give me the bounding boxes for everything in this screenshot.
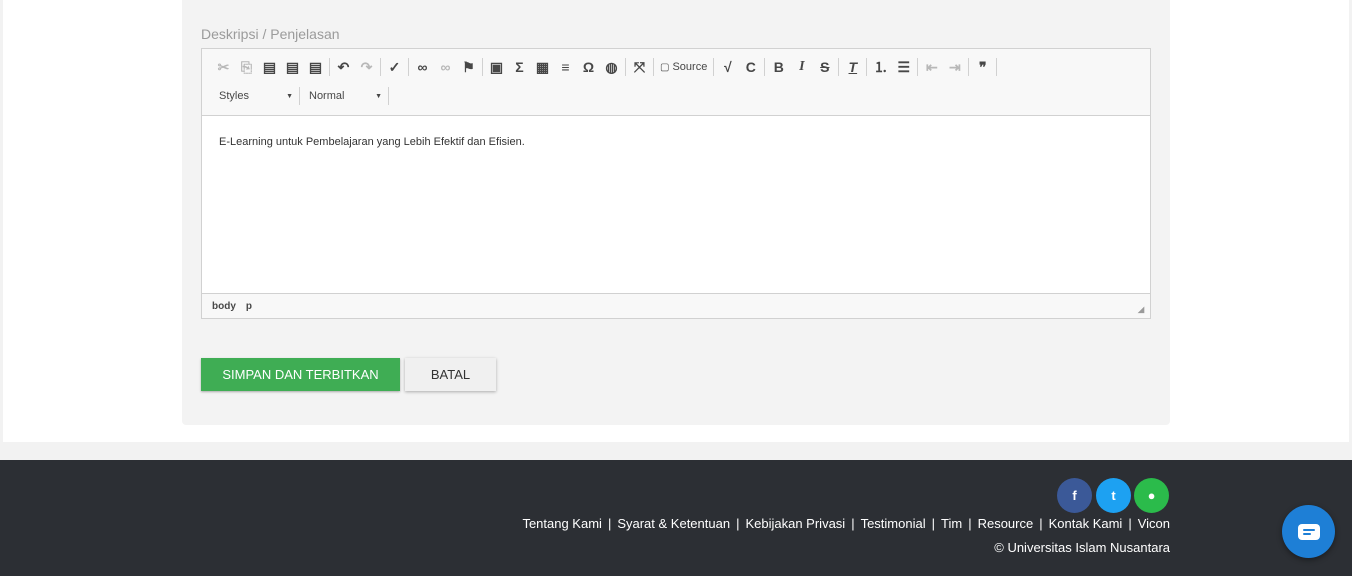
styles-dropdown[interactable]: Styles ▼ <box>212 85 297 107</box>
footer-separator: | <box>1039 516 1043 531</box>
footer-link-kontak[interactable]: Kontak Kami <box>1049 516 1123 531</box>
resize-handle-icon[interactable]: ◢ <box>1138 306 1146 314</box>
cancel-button[interactable]: BATAL <box>405 358 496 391</box>
toolbar-separator <box>838 58 840 76</box>
toolbar-separator <box>968 58 970 76</box>
bulleted-list-icon[interactable]: ☰ <box>892 56 915 78</box>
footer-link-tentang-kami[interactable]: Tentang Kami <box>522 516 602 531</box>
toolbar-separator <box>653 58 654 76</box>
unlink-icon[interactable]: ∞ <box>434 56 457 78</box>
path-p[interactable]: p <box>246 301 252 312</box>
editor-status-bar: body p ◢ <box>202 294 1150 318</box>
footer-link-vicon[interactable]: Vicon <box>1138 516 1170 531</box>
toolbar-separator <box>917 58 919 76</box>
footer-link-tim[interactable]: Tim <box>941 516 962 531</box>
footer-separator: | <box>931 516 935 531</box>
toolbar-separator <box>299 87 300 105</box>
toolbar-row-1: ✂ ⎘ ▤ ▤ ▤ ↶ ↷ ✓ ∞ ∞ ⚑ ▣ Σ ▦ ≡ Ω ◍ ⤧ ▢ Sou… <box>212 56 999 78</box>
copyright-text: © Universitas Islam Nusantara <box>994 540 1170 555</box>
table-icon[interactable]: ▦ <box>531 56 554 78</box>
image-icon[interactable]: ▣ <box>485 56 508 78</box>
editor-paragraph[interactable]: E-Learning untuk Pembelajaran yang Lebih… <box>219 136 1133 148</box>
line-icon[interactable]: ● <box>1134 478 1169 513</box>
toolbar-separator <box>388 87 389 105</box>
toolbar-row-2: Styles ▼ Normal ▼ <box>212 85 391 107</box>
editor-content-area[interactable]: E-Learning untuk Pembelajaran yang Lebih… <box>202 116 1150 294</box>
toolbar-separator <box>482 58 483 76</box>
bold-icon[interactable]: B <box>767 56 790 78</box>
sigma-icon[interactable]: Σ <box>508 56 531 78</box>
paste-text-icon[interactable]: ▤ <box>281 56 304 78</box>
code-c-icon[interactable]: C <box>739 56 762 78</box>
copy-icon[interactable]: ⎘ <box>235 56 258 78</box>
source-button[interactable]: ▢ Source <box>656 56 711 78</box>
footer-separator: | <box>736 516 740 531</box>
remove-format-icon[interactable]: T <box>841 56 864 78</box>
footer-link-resource[interactable]: Resource <box>978 516 1034 531</box>
special-char-icon[interactable]: Ω <box>577 56 600 78</box>
paste-word-icon[interactable]: ▤ <box>304 56 327 78</box>
footer-link-testimonial[interactable]: Testimonial <box>861 516 926 531</box>
footer-separator: | <box>1128 516 1132 531</box>
horizontal-line-icon[interactable]: ≡ <box>554 56 577 78</box>
link-icon[interactable]: ∞ <box>411 56 434 78</box>
toolbar-separator <box>996 58 998 76</box>
chevron-down-icon: ▼ <box>286 92 293 100</box>
description-label: Deskripsi / Penjelasan <box>201 26 340 42</box>
twitter-icon[interactable]: t <box>1096 478 1131 513</box>
footer-link-kebijakan[interactable]: Kebijakan Privasi <box>745 516 845 531</box>
save-publish-button[interactable]: SIMPAN DAN TERBITKAN <box>201 358 400 391</box>
indent-icon[interactable]: ⇥ <box>943 56 966 78</box>
strikethrough-icon[interactable]: S <box>813 56 836 78</box>
outdent-icon[interactable]: ⇤ <box>920 56 943 78</box>
toolbar-separator <box>380 58 381 76</box>
paste-icon[interactable]: ▤ <box>258 56 281 78</box>
footer-separator: | <box>851 516 855 531</box>
cut-icon[interactable]: ✂ <box>212 56 235 78</box>
rich-text-editor: ✂ ⎘ ▤ ▤ ▤ ↶ ↷ ✓ ∞ ∞ ⚑ ▣ Σ ▦ ≡ Ω ◍ ⤧ ▢ Sou… <box>201 48 1151 319</box>
source-label: Source <box>672 61 708 73</box>
toolbar-separator <box>625 58 626 76</box>
source-icon: ▢ <box>660 61 670 73</box>
iframe-globe-icon[interactable]: ◍ <box>600 56 623 78</box>
chat-icon <box>1297 523 1320 540</box>
toolbar-separator <box>329 58 330 76</box>
format-dropdown[interactable]: Normal ▼ <box>302 85 386 107</box>
maximize-icon[interactable]: ⤧ <box>628 56 651 78</box>
chat-widget-button[interactable] <box>1282 505 1335 558</box>
anchor-flag-icon[interactable]: ⚑ <box>457 56 480 78</box>
numbered-list-icon[interactable]: ⒈ <box>869 56 892 78</box>
footer-separator: | <box>607 516 612 531</box>
redo-icon[interactable]: ↷ <box>355 56 378 78</box>
toolbar-separator <box>713 58 715 76</box>
spellcheck-icon[interactable]: ✓ <box>383 56 406 78</box>
toolbar-separator <box>408 58 409 76</box>
footer-link-syarat[interactable]: Syarat & Ketentuan <box>617 516 730 531</box>
styles-dropdown-label: Styles <box>219 90 249 102</box>
math-root-icon[interactable]: √ <box>716 56 739 78</box>
chevron-down-icon: ▼ <box>375 92 382 100</box>
undo-icon[interactable]: ↶ <box>332 56 355 78</box>
footer-separator: | <box>968 516 972 531</box>
path-body[interactable]: body <box>212 301 236 312</box>
editor-toolbar: ✂ ⎘ ▤ ▤ ▤ ↶ ↷ ✓ ∞ ∞ ⚑ ▣ Σ ▦ ≡ Ω ◍ ⤧ ▢ Sou… <box>202 49 1150 116</box>
italic-icon[interactable]: I <box>790 56 813 78</box>
blockquote-icon[interactable]: ❞ <box>971 56 994 78</box>
footer-links: Tentang Kami | Syarat & Ketentuan | Kebijaka… <box>522 516 1170 531</box>
facebook-icon[interactable]: f <box>1057 478 1092 513</box>
toolbar-separator <box>866 58 868 76</box>
format-dropdown-label: Normal <box>309 90 345 102</box>
toolbar-separator <box>764 58 766 76</box>
